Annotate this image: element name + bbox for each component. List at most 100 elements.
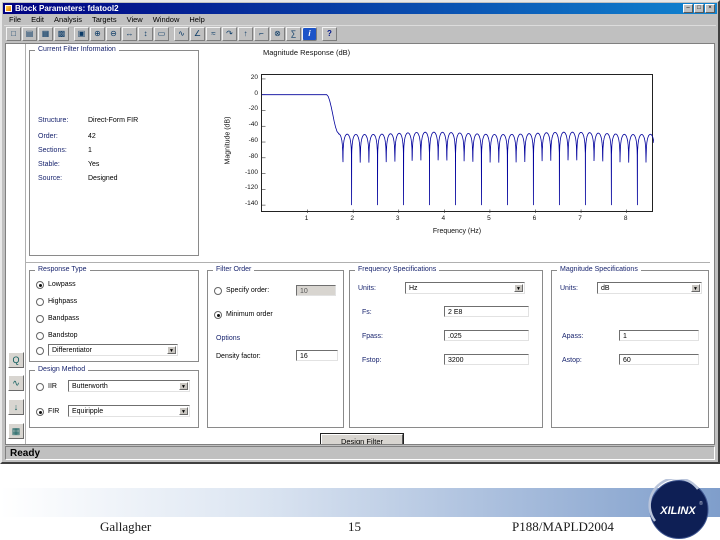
xilinx-logo: XILINX ® xyxy=(648,479,709,539)
menu-file[interactable]: File xyxy=(4,15,26,25)
specify-order-field[interactable]: 10 xyxy=(296,285,336,296)
realize-model-button[interactable]: ▦ xyxy=(8,423,24,439)
y-tick-label: -20 xyxy=(248,105,258,113)
apass-field[interactable]: 1 xyxy=(619,330,699,341)
titlebar[interactable]: Block Parameters: fdatool2 – □ × xyxy=(3,3,717,14)
response-type-title: Response Type xyxy=(35,266,90,273)
fir-radio[interactable] xyxy=(36,408,44,416)
minimum-order-radio[interactable] xyxy=(214,311,222,319)
bandstop-label: Bandstop xyxy=(48,332,78,339)
magnitude-phase-button[interactable]: ≈ xyxy=(206,27,221,41)
fir-label: FIR xyxy=(48,408,60,415)
order-label: Order: xyxy=(38,133,58,140)
current-filter-info-panel: Current Filter Information Structure: Di… xyxy=(29,46,199,256)
open-file-button[interactable]: ▤ xyxy=(22,27,37,41)
zoom-y-button[interactable]: ↕ xyxy=(138,27,153,41)
y-tick-label: -40 xyxy=(248,121,258,129)
phase-response-button[interactable]: ∠ xyxy=(190,27,205,41)
design-filter-icon: ∿ xyxy=(12,378,20,388)
fpass-label: Fpass: xyxy=(362,333,384,340)
bandpass-radio[interactable] xyxy=(36,315,44,323)
source-value: Designed xyxy=(88,175,118,182)
options-label: Options xyxy=(216,335,241,342)
mag-units-label: Units: xyxy=(560,285,578,292)
xilinx-logo-text: XILINX xyxy=(659,505,696,517)
menu-view[interactable]: View xyxy=(122,15,148,25)
footer-reference: P188/MAPLD2004 xyxy=(512,519,614,534)
fir-method-dropdown[interactable]: Equiripple ▼ xyxy=(68,405,190,417)
step-response-button[interactable]: ⌐ xyxy=(254,27,269,41)
fpass-field[interactable]: .025 xyxy=(444,330,529,341)
fstop-label: Fstop: xyxy=(362,357,382,364)
full-view-button[interactable]: ▭ xyxy=(154,27,169,41)
set-quantization-button[interactable]: Q xyxy=(8,352,24,368)
impulse-response-button[interactable]: ↑ xyxy=(238,27,253,41)
bandstop-radio[interactable] xyxy=(36,332,44,340)
lowpass-radio[interactable] xyxy=(36,281,44,289)
specify-order-radio[interactable] xyxy=(214,287,222,295)
realize-model-icon: ▦ xyxy=(11,426,21,436)
status-text: Ready xyxy=(10,448,41,459)
menu-edit[interactable]: Edit xyxy=(26,15,49,25)
new-file-button[interactable]: □ xyxy=(6,27,21,41)
copy-button[interactable]: ▣ xyxy=(74,27,89,41)
zoom-out-button[interactable]: ⊖ xyxy=(106,27,121,41)
close-button[interactable]: × xyxy=(705,4,715,13)
freq-units-label: Units: xyxy=(358,285,376,292)
astop-label: Astop: xyxy=(562,357,582,364)
highpass-label: Highpass xyxy=(48,298,78,305)
structure-label: Structure: xyxy=(38,117,69,124)
menu-analysis[interactable]: Analysis xyxy=(49,15,87,25)
filter-response-curve xyxy=(262,94,655,206)
design-filter-button[interactable]: Design Filter xyxy=(320,433,404,444)
filter-info-button[interactable]: i xyxy=(302,27,317,41)
magnitude-response-button[interactable]: ∿ xyxy=(174,27,189,41)
y-tick-label: -120 xyxy=(244,184,258,192)
mag-units-dropdown[interactable]: dB ▼ xyxy=(597,282,702,294)
chevron-down-icon: ▼ xyxy=(167,346,176,354)
fir-method-value: Equiripple xyxy=(72,408,104,415)
zoom-in-button[interactable]: ⊕ xyxy=(90,27,105,41)
save-button[interactable]: ▦ xyxy=(38,27,53,41)
chevron-down-icon: ▼ xyxy=(179,382,188,390)
specify-order-label: Specify order: xyxy=(226,287,270,294)
lowpass-label: Lowpass xyxy=(48,281,76,288)
import-filter-button[interactable]: ↓ xyxy=(8,399,24,415)
menu-targets[interactable]: Targets xyxy=(87,15,122,25)
fstop-field[interactable]: 3200 xyxy=(444,354,529,365)
iir-method-dropdown[interactable]: Butterworth ▼ xyxy=(68,380,190,392)
special-response-radio[interactable] xyxy=(36,347,44,355)
iir-radio[interactable] xyxy=(36,383,44,391)
design-filter-mode-button[interactable]: ∿ xyxy=(8,375,24,391)
menu-help[interactable]: Help xyxy=(184,15,209,25)
bandpass-label: Bandpass xyxy=(48,315,80,322)
x-tick-label: 8 xyxy=(623,215,628,222)
magnitude-specs-title: Magnitude Specifications xyxy=(557,266,641,273)
design-method-title: Design Method xyxy=(35,366,89,373)
special-response-dropdown[interactable]: Differentiator ▼ xyxy=(48,344,178,356)
zoom-x-button[interactable]: ↔ xyxy=(122,27,137,41)
density-factor-field[interactable]: 16 xyxy=(296,350,338,361)
group-delay-button[interactable]: ↷ xyxy=(222,27,237,41)
y-tick-label: -140 xyxy=(244,200,258,208)
minimize-button[interactable]: – xyxy=(683,4,693,13)
special-response-value: Differentiator xyxy=(52,347,92,354)
freq-units-dropdown[interactable]: Hz ▼ xyxy=(405,282,525,294)
pole-zero-plot-button[interactable]: ⊗ xyxy=(270,27,285,41)
magnitude-specs-panel: Magnitude Specifications Units: dB ▼ Apa… xyxy=(551,266,709,428)
highpass-radio[interactable] xyxy=(36,298,44,306)
window-icon xyxy=(5,5,12,12)
plot-x-axis-label: Frequency (Hz) xyxy=(432,228,482,235)
chevron-down-icon: ▼ xyxy=(514,284,523,292)
print-button[interactable]: ▩ xyxy=(54,27,69,41)
import-filter-icon: ↓ xyxy=(13,402,19,412)
maximize-button[interactable]: □ xyxy=(694,4,704,13)
plot-title: Magnitude Response (dB) xyxy=(263,48,351,57)
menu-window[interactable]: Window xyxy=(148,15,185,25)
coefficients-button[interactable]: ∑ xyxy=(286,27,301,41)
structure-value: Direct-Form FIR xyxy=(88,117,139,124)
fs-field[interactable]: 2 E8 xyxy=(444,306,529,317)
help-button[interactable]: ? xyxy=(322,27,337,41)
chevron-down-icon: ▼ xyxy=(691,284,700,292)
astop-field[interactable]: 60 xyxy=(619,354,699,365)
